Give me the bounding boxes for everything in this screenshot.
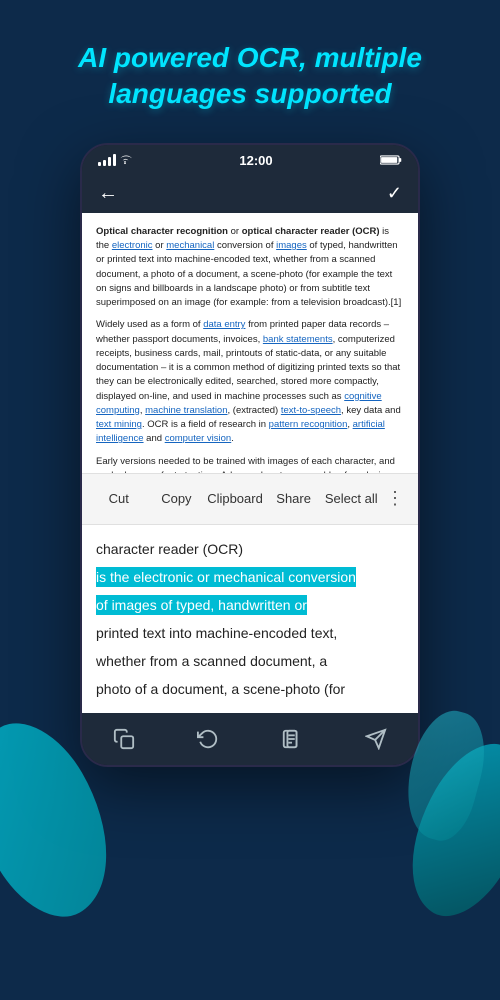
ocr-link-dataentry: data entry [203,319,245,330]
ocr-bold-optical: Optical character recognition [96,226,228,237]
ocr-link-images: images [276,240,307,251]
ocr-paragraph-2: Widely used as a form of data entry from… [96,318,404,446]
document-icon [281,728,303,750]
bottom-nav-copy[interactable] [113,728,135,750]
line6-text: photo of a document, a scene-photo (for [96,681,345,697]
copy-icon [113,728,135,750]
selected-line-1: character reader (OCR) [96,535,404,563]
ocr-link-pattern: pattern recognition [269,419,348,430]
ocr-paragraph-3: Early versions needed to be trained with… [96,455,404,473]
ocr-link-bank: bank statements [263,334,333,345]
line5-text: whether from a scanned document, a [96,653,327,669]
selected-line-5: whether from a scanned document, a [96,647,404,675]
selected-line-2: is the electronic or mechanical conversi… [96,563,404,591]
nav-bar: ← ✓ [82,174,418,213]
more-options-button[interactable]: ⋮ [380,488,410,509]
selected-line-6: photo of a document, a scene-photo (for [96,675,404,703]
bottom-nav-document[interactable] [281,728,303,750]
check-button[interactable]: ✓ [387,183,402,204]
wifi-icon [118,154,132,166]
signal-bar-4 [113,154,116,166]
select-all-button[interactable]: Select all [322,483,380,514]
status-time: 12:00 [239,153,272,168]
context-menu-bar: Cut Copy Clipboard Share Select all ⋮ [82,473,418,525]
bottom-nav [82,713,418,765]
ocr-bold-optical2: optical character reader (OCR) [242,226,380,237]
cut-button[interactable]: Cut [90,483,148,514]
battery-icon [380,154,402,166]
selected-line-4: printed text into machine-encoded text, [96,619,404,647]
bottom-nav-share[interactable] [365,728,387,750]
ocr-link-electronic: electronic [112,240,153,251]
share-button[interactable]: Share [265,483,323,514]
status-bar: 12:00 [82,145,418,174]
signal-bars [98,154,132,166]
phone-wrapper: 12:00 ← ✓ Optical character recognition … [0,133,500,767]
line1-text: character reader (OCR) [96,541,243,557]
copy-button[interactable]: Copy [148,483,206,514]
line4-text: printed text into machine-encoded text, [96,625,337,641]
selected-line-3: of images of typed, handwritten or [96,591,404,619]
ocr-content-area: Optical character recognition or optical… [82,213,418,473]
bottom-nav-undo[interactable] [197,728,219,750]
selected-text-area: character reader (OCR) is the electronic… [82,525,418,713]
line2-highlighted: is the electronic or mechanical conversi… [96,567,356,587]
ocr-paragraph-1: Optical character recognition or optical… [96,225,404,311]
hero-title: AI powered OCR, multiple languages suppo… [0,0,500,133]
signal-bar-2 [103,160,106,166]
ocr-link-mechanical: mechanical [166,240,214,251]
signal-bar-1 [98,162,101,166]
ocr-link-tts: text-to-speech [281,405,341,416]
phone-mockup: 12:00 ← ✓ Optical character recognition … [80,143,420,767]
clipboard-button[interactable]: Clipboard [205,483,265,514]
ocr-link-textmining: text mining [96,419,142,430]
signal-bar-3 [108,157,111,166]
ocr-link-machine: machine translation [145,405,227,416]
undo-icon [197,728,219,750]
share-icon [365,728,387,750]
ocr-link-cv: computer vision [165,433,232,444]
line3-highlighted: of images of typed, handwritten or [96,595,307,615]
back-button[interactable]: ← [98,182,118,205]
